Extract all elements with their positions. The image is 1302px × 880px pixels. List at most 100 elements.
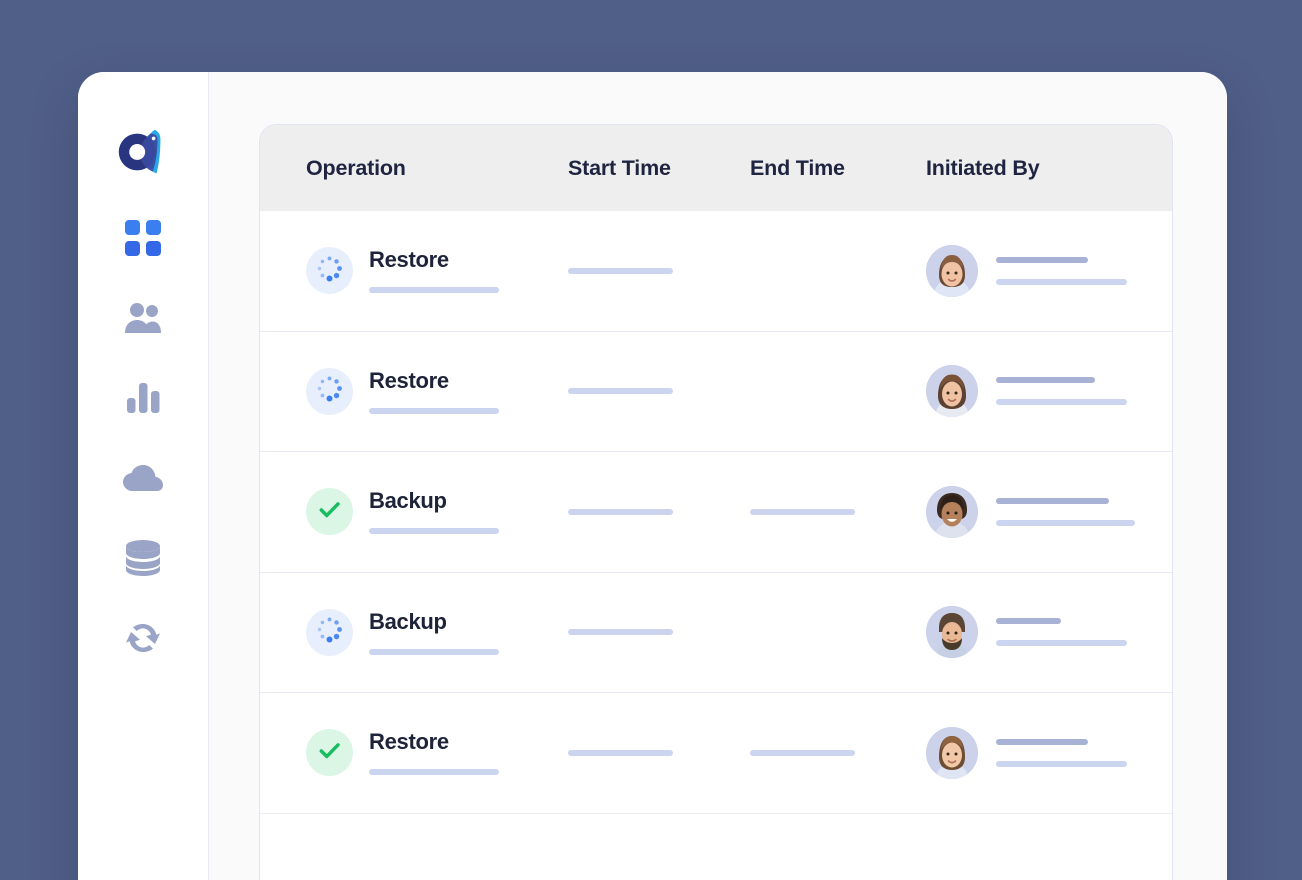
sidebar-item-sync[interactable] (112, 618, 174, 658)
cell-initiated-by (926, 365, 1127, 418)
initiated-by-placeholder (996, 256, 1127, 285)
initiated-by-name-placeholder (996, 618, 1061, 625)
status-badge (306, 608, 353, 656)
dashboard-grid-icon (124, 219, 162, 257)
end-time-placeholder (750, 749, 855, 756)
cell-start-time (568, 267, 750, 274)
cell-end-time (750, 629, 926, 635)
avatar[interactable] (926, 485, 978, 538)
app-window: Operation Start Time End Time Initiated … (78, 72, 1227, 880)
initiated-by-email-placeholder (996, 760, 1127, 767)
operation-text: Backup (369, 610, 499, 655)
start-time-placeholder (568, 388, 673, 395)
cell-start-time (568, 388, 750, 395)
operation-text: Restore (369, 369, 499, 414)
check-icon (316, 496, 343, 528)
sidebar-item-database[interactable] (112, 538, 174, 578)
end-time-placeholder (750, 508, 855, 515)
status-badge (306, 367, 353, 415)
table-row[interactable]: Backup (260, 452, 1172, 573)
sidebar-item-users[interactable] (112, 298, 174, 338)
sidebar-item-dashboard[interactable] (112, 218, 174, 258)
operation-detail-placeholder (369, 528, 499, 535)
start-time-placeholder (568, 749, 673, 756)
operation-label: Backup (369, 488, 447, 514)
avatar[interactable] (926, 726, 978, 779)
sidebar-item-cloud[interactable] (112, 458, 174, 498)
initiated-by-placeholder (996, 377, 1127, 406)
table-row[interactable]: Restore (260, 211, 1172, 332)
status-badge (306, 247, 353, 295)
avatar[interactable] (926, 244, 978, 297)
cell-operation: Backup (306, 608, 568, 656)
initiated-by-placeholder (996, 618, 1127, 647)
cell-start-time (568, 629, 750, 636)
operation-detail-placeholder (369, 769, 499, 776)
initiated-by-name-placeholder (996, 738, 1088, 745)
cell-operation: Backup (306, 488, 568, 536)
status-badge (306, 729, 353, 777)
cell-initiated-by (926, 485, 1135, 538)
operation-text: Backup (369, 488, 499, 535)
start-time-placeholder (568, 629, 673, 636)
column-header-end-time[interactable]: End Time (750, 156, 926, 181)
operation-label: Restore (369, 729, 449, 755)
operation-label: Restore (369, 367, 449, 393)
cloud-icon (123, 464, 163, 492)
operation-detail-placeholder (369, 287, 499, 294)
database-icon (124, 540, 162, 576)
main-content: Operation Start Time End Time Initiated … (209, 72, 1227, 880)
cell-end-time (750, 388, 926, 394)
initiated-by-email-placeholder (996, 519, 1135, 526)
initiated-by-name-placeholder (996, 256, 1088, 263)
initiated-by-email-placeholder (996, 278, 1127, 285)
operation-text: Restore (369, 247, 499, 294)
cell-end-time (750, 508, 926, 515)
initiated-by-placeholder (996, 497, 1135, 526)
start-time-placeholder (568, 508, 673, 515)
avatar[interactable] (926, 606, 978, 659)
bar-chart-icon (125, 381, 161, 415)
column-header-initiated-by[interactable]: Initiated By (926, 156, 1126, 181)
start-time-placeholder (568, 267, 673, 274)
cell-initiated-by (926, 244, 1127, 297)
cell-start-time (568, 508, 750, 515)
operation-text: Restore (369, 729, 499, 776)
cell-end-time (750, 268, 926, 274)
cell-initiated-by (926, 726, 1127, 779)
initiated-by-email-placeholder (996, 640, 1127, 647)
spinner-icon (316, 616, 343, 648)
page-root: Operation Start Time End Time Initiated … (0, 0, 1302, 880)
sidebar-item-reports[interactable] (112, 378, 174, 418)
cell-end-time (750, 749, 926, 756)
table-row[interactable]: Backup (260, 572, 1172, 693)
table-row[interactable]: Restore (260, 331, 1172, 452)
cell-operation: Restore (306, 367, 568, 415)
spinner-icon (316, 255, 343, 287)
cell-operation: Restore (306, 729, 568, 777)
cell-start-time (568, 749, 750, 756)
table-row[interactable]: Restore (260, 693, 1172, 814)
spinner-icon (316, 375, 343, 407)
users-icon (123, 302, 163, 334)
alpha-bird-logo[interactable] (112, 120, 174, 182)
avatar[interactable] (926, 365, 978, 418)
initiated-by-name-placeholder (996, 377, 1095, 384)
sidebar (78, 72, 209, 880)
sync-refresh-icon (124, 620, 162, 656)
initiated-by-placeholder (996, 738, 1127, 767)
column-header-start-time[interactable]: Start Time (568, 156, 750, 181)
operation-label: Backup (369, 608, 447, 634)
operations-table: Operation Start Time End Time Initiated … (259, 124, 1173, 880)
operation-detail-placeholder (369, 648, 499, 655)
cell-operation: Restore (306, 247, 568, 295)
table-header-row: Operation Start Time End Time Initiated … (260, 125, 1172, 211)
status-badge (306, 488, 353, 536)
initiated-by-name-placeholder (996, 497, 1109, 504)
column-header-operation[interactable]: Operation (306, 156, 568, 181)
cell-initiated-by (926, 606, 1127, 659)
check-icon (316, 737, 343, 769)
operation-detail-placeholder (369, 407, 499, 414)
initiated-by-email-placeholder (996, 399, 1127, 406)
operation-label: Restore (369, 247, 449, 273)
